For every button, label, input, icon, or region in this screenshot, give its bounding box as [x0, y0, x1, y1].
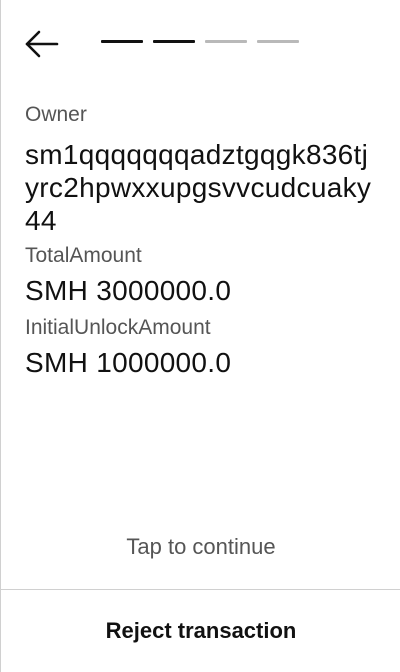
total-amount-field: TotalAmount SMH 3000000.0 [25, 243, 377, 307]
header [1, 0, 400, 90]
progress-step-2 [153, 40, 195, 43]
initial-unlock-amount-label: InitialUnlockAmount [25, 316, 211, 339]
tap-to-continue-button[interactable]: Tap to continue [1, 534, 400, 560]
arrow-left-icon [25, 30, 59, 58]
transaction-details: Owner sm1qqqqqqqadztgqgk836tjyrc2hpwxxup… [25, 102, 377, 387]
total-amount-value: SMH 3000000.0 [25, 275, 232, 306]
back-button[interactable] [23, 28, 61, 60]
divider [1, 589, 400, 590]
reject-transaction-button[interactable]: Reject transaction [1, 618, 400, 644]
total-amount-label: TotalAmount [25, 244, 142, 267]
owner-field: Owner sm1qqqqqqqadztgqgk836tjyrc2hpwxxup… [25, 102, 377, 237]
step-progress [101, 40, 301, 44]
initial-unlock-amount-value: SMH 1000000.0 [25, 347, 232, 378]
progress-step-4 [257, 40, 299, 43]
owner-label: Owner [25, 103, 87, 126]
initial-unlock-amount-field: InitialUnlockAmount SMH 1000000.0 [25, 315, 377, 379]
progress-step-1 [101, 40, 143, 43]
owner-value: sm1qqqqqqqadztgqgk836tjyrc2hpwxxupgsvvcu… [25, 139, 372, 236]
progress-step-3 [205, 40, 247, 43]
